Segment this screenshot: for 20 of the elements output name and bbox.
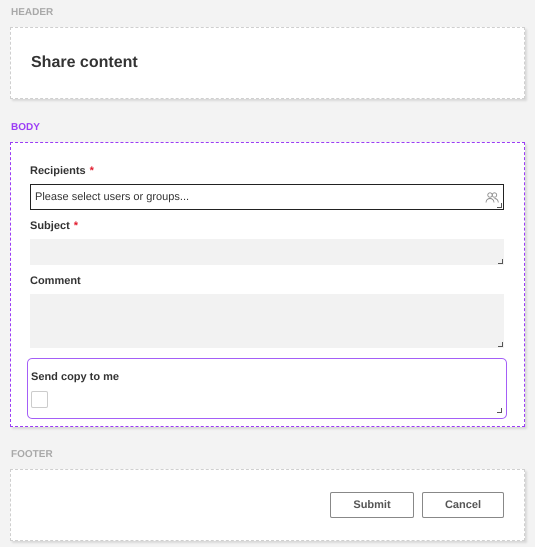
- resize-handle-icon[interactable]: [497, 408, 502, 413]
- field-label: Subject *: [30, 220, 80, 232]
- resize-handle-icon[interactable]: [498, 342, 503, 347]
- field-label: Comment: [30, 275, 82, 287]
- section-label: BODY: [11, 121, 41, 135]
- resize-handle-icon[interactable]: [498, 259, 503, 264]
- field-label: Send copy to me: [31, 371, 120, 383]
- recipients-field[interactable]: Please select users or groups...: [30, 184, 504, 210]
- section-label: FOOTER: [11, 448, 54, 462]
- section-label: HEADER: [11, 6, 54, 20]
- people-icon[interactable]: [485, 192, 499, 203]
- placeholder-text: Please select users or groups...: [35, 191, 190, 203]
- text-field[interactable]: [30, 239, 504, 265]
- dialog-title: Share content: [31, 54, 138, 72]
- cancel-button[interactable]: Cancel: [422, 492, 504, 518]
- comment-field[interactable]: [30, 294, 504, 348]
- field-label: Recipients *: [30, 165, 95, 177]
- submit-button[interactable]: Submit: [330, 492, 414, 518]
- checkbox[interactable]: [31, 391, 48, 408]
- resize-handle-icon[interactable]: [497, 203, 502, 208]
